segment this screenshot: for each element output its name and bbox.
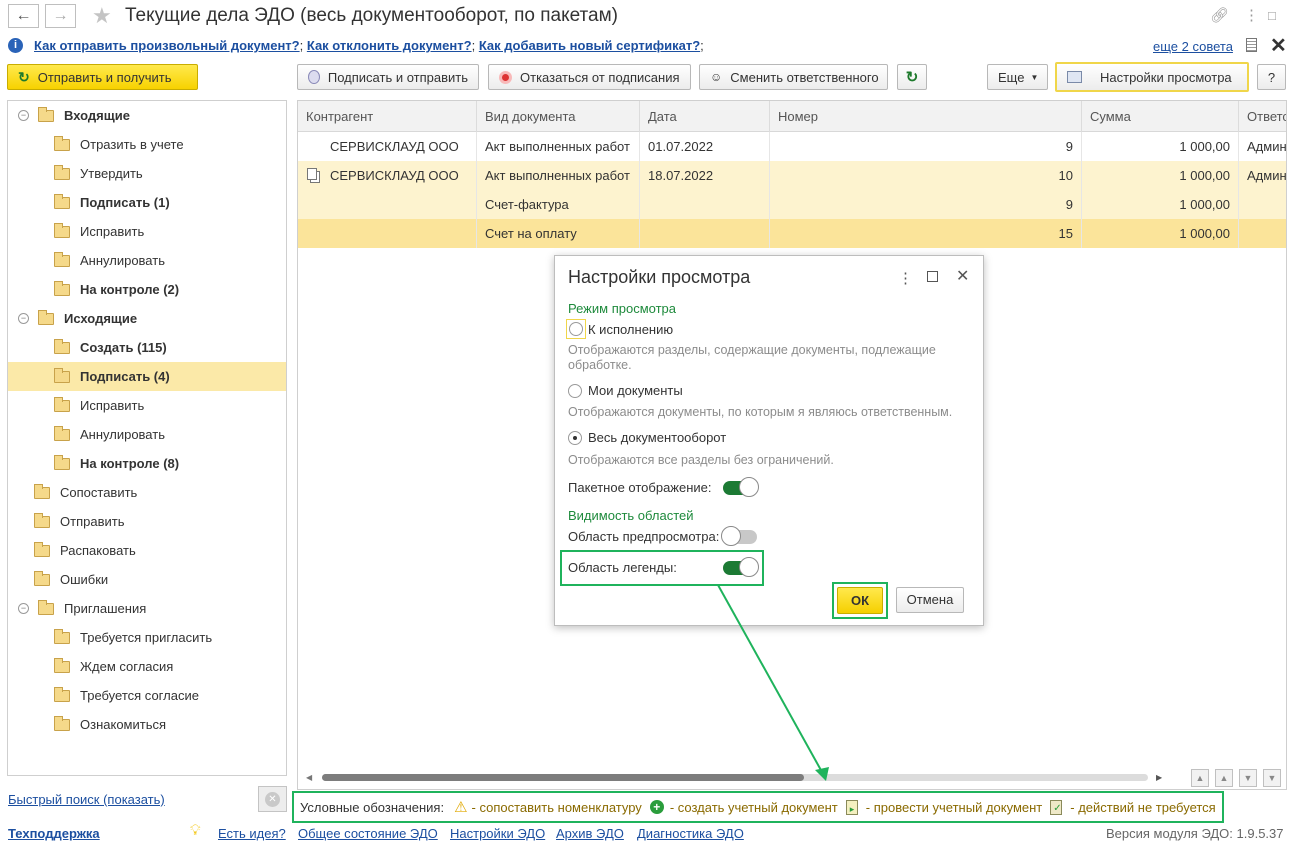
post-document-icon: ▸ bbox=[845, 799, 858, 815]
legend-post-label: - провести учетный документ bbox=[865, 799, 1043, 815]
module-version: Версия модуля ЭДО: 1.9.5.37 bbox=[1106, 826, 1284, 841]
lightbulb-icon: 💡︎ bbox=[190, 822, 201, 839]
idea-link[interactable]: Есть идея? bbox=[218, 826, 286, 841]
clear-icon: ✕ bbox=[265, 791, 280, 807]
clear-search-button[interactable]: ✕ bbox=[258, 786, 287, 812]
legend-none-label: - действий не требуется bbox=[1070, 799, 1216, 815]
warning-icon: ⚠ bbox=[454, 799, 468, 816]
support-link[interactable]: Техподдержка bbox=[8, 826, 100, 841]
plus-circle-icon: + bbox=[649, 800, 664, 814]
legend-item-create: + - создать учетный документ bbox=[649, 799, 838, 815]
legend-item-post: ▸ - провести учетный документ bbox=[845, 799, 1043, 815]
clipboard-check-icon: ✓ bbox=[1050, 799, 1063, 815]
footer-link-diagnostics[interactable]: Диагностика ЭДО bbox=[637, 826, 744, 841]
quick-search-link[interactable]: Быстрый поиск (показать) bbox=[8, 792, 165, 807]
legend-item-none: ✓ - действий не требуется bbox=[1050, 799, 1216, 815]
footer-link-archive[interactable]: Архив ЭДО bbox=[556, 826, 624, 841]
legend-title: Условные обозначения: bbox=[300, 799, 445, 815]
legend-create-label: - создать учетный документ bbox=[669, 799, 838, 815]
legend-strip: Условные обозначения: ⚠ - сопоставить но… bbox=[292, 791, 1224, 823]
footer-link-settings[interactable]: Настройки ЭДО bbox=[450, 826, 545, 841]
footer-link-status[interactable]: Общее состояние ЭДО bbox=[298, 826, 438, 841]
legend-match-label: - сопоставить номенклатуру bbox=[471, 799, 642, 815]
callout-arrow bbox=[717, 584, 829, 781]
legend-item-match: ⚠ - сопоставить номенклатуру bbox=[454, 798, 642, 816]
